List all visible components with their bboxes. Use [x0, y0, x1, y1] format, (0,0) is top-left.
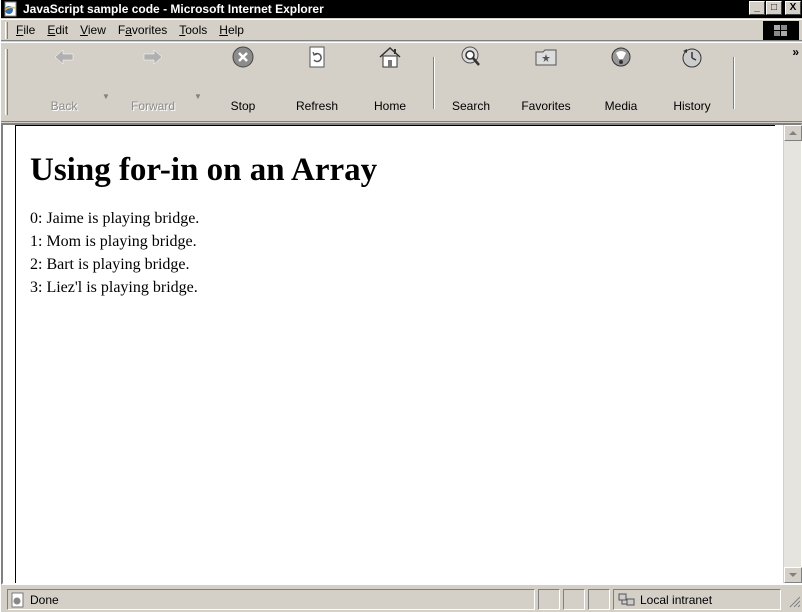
window-controls: _ □ X — [749, 1, 801, 15]
menu-file-rest: ile — [23, 23, 36, 37]
menu-favorites-accesskey: a — [125, 23, 132, 37]
history-button[interactable]: History — [662, 48, 722, 113]
media-label: Media — [604, 99, 638, 113]
forward-arrow-icon — [143, 49, 163, 65]
refresh-icon — [309, 46, 325, 68]
vertical-scrollbar[interactable] — [783, 125, 802, 583]
output-line: 3: Liez'l is playing bridge. — [30, 279, 198, 296]
forward-dropdown-icon[interactable]: ▼ — [194, 92, 202, 101]
favorites-button[interactable]: Favorites — [516, 49, 576, 113]
status-panel: Done — [7, 589, 535, 610]
home-button[interactable]: Home — [360, 46, 420, 113]
stop-button[interactable]: Stop — [213, 46, 273, 113]
scroll-down-icon — [789, 573, 797, 577]
document-viewport[interactable]: Using for-in on an Array 0: Jaime is pla… — [15, 125, 775, 583]
security-zone-panel[interactable]: Local intranet — [613, 589, 781, 610]
search-icon — [461, 46, 480, 66]
close-button[interactable]: X — [785, 1, 801, 15]
output-line: 0: Jaime is playing bridge. — [30, 210, 200, 227]
browser-content-frame: Using for-in on an Array 0: Jaime is pla… — [1, 123, 802, 585]
back-dropdown-icon[interactable]: ▼ — [102, 92, 110, 101]
output-line: 1: Mom is playing bridge. — [30, 233, 197, 250]
browser-window: JavaScript sample code - Microsoft Inter… — [0, 0, 802, 612]
window-title: JavaScript sample code - Microsoft Inter… — [23, 2, 324, 16]
page-heading: Using for-in on an Array — [30, 152, 378, 188]
scroll-down-button[interactable] — [784, 567, 802, 583]
menu-tools[interactable]: Tools — [173, 23, 213, 37]
local-intranet-icon — [618, 593, 635, 605]
refresh-button[interactable]: Refresh — [287, 46, 347, 113]
back-arrow-icon — [54, 49, 74, 65]
refresh-label: Refresh — [295, 99, 339, 113]
home-label: Home — [373, 99, 406, 113]
standard-toolbar: Back ▼ Forward ▼ Stop Refresh Home Searc… — [1, 42, 802, 122]
menu-favorites[interactable]: Favorites — [112, 23, 173, 37]
favorites-label: Favorites — [521, 99, 571, 113]
status-panel-empty — [563, 589, 585, 610]
toolbar-separator-end — [733, 57, 735, 109]
media-icon — [611, 47, 631, 67]
resize-grip-icon[interactable] — [785, 592, 801, 608]
status-panel-empty — [588, 589, 610, 610]
maximize-button[interactable]: □ — [766, 1, 782, 15]
menu-edit-rest: dit — [55, 23, 69, 37]
title-bar[interactable]: JavaScript sample code - Microsoft Inter… — [1, 0, 802, 18]
menu-help[interactable]: Help — [213, 23, 250, 37]
menu-view-rest: iew — [87, 23, 106, 37]
ie-page-icon — [3, 1, 19, 17]
windows-logo-throbber — [763, 21, 799, 40]
forward-label: Forward — [130, 99, 175, 113]
favorites-icon — [535, 49, 557, 66]
page-body: Using for-in on an Array 0: Jaime is pla… — [30, 152, 377, 299]
scroll-up-button[interactable] — [784, 125, 802, 141]
stop-icon — [232, 46, 254, 68]
back-label: Back — [50, 99, 78, 113]
menu-help-accesskey: H — [219, 23, 228, 37]
zone-text: Local intranet — [640, 592, 713, 607]
forward-button[interactable]: Forward — [123, 49, 183, 113]
windows-logo-icon — [774, 24, 787, 36]
menu-tools-rest: ools — [185, 23, 208, 37]
media-button[interactable]: Media — [591, 47, 651, 113]
status-text: Done — [30, 592, 59, 607]
minimize-button[interactable]: _ — [749, 1, 765, 15]
toolbar-overflow-chevron[interactable]: » — [792, 45, 799, 59]
output-line: 2: Bart is playing bridge. — [30, 256, 190, 273]
home-icon — [379, 46, 401, 68]
menu-favorites-rest: vorites — [131, 23, 168, 37]
search-label: Search — [451, 99, 491, 113]
back-button[interactable]: Back — [34, 49, 94, 113]
minimize-icon: _ — [754, 2, 760, 13]
toolbar-separator — [433, 57, 435, 109]
scroll-up-icon — [789, 131, 797, 135]
menu-file[interactable]: File — [8, 23, 41, 37]
menu-edit[interactable]: Edit — [41, 23, 74, 37]
status-panel-empty — [538, 589, 560, 610]
menu-help-rest: elp — [227, 23, 244, 37]
menu-view[interactable]: View — [74, 23, 112, 37]
history-label: History — [673, 99, 711, 113]
page-done-icon — [11, 592, 24, 607]
status-bar: Done Local intranet — [1, 587, 802, 612]
close-icon: X — [789, 2, 797, 13]
menu-bar: File Edit View Favorites Tools Help — [1, 19, 802, 41]
menu-view-accesskey: V — [80, 23, 88, 37]
toolbar-grip[interactable] — [5, 49, 8, 115]
history-icon — [682, 48, 702, 68]
maximize-icon: □ — [770, 2, 778, 13]
search-button[interactable]: Search — [441, 46, 501, 113]
stop-label: Stop — [230, 99, 256, 113]
